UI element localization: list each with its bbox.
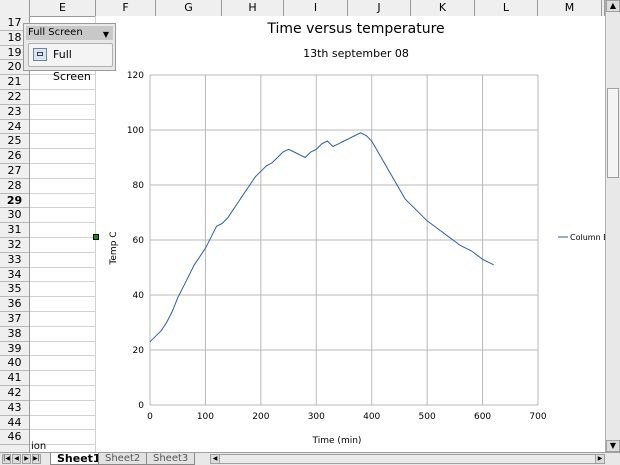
row-header-46[interactable]: 46 — [0, 430, 29, 446]
chart-selection-handle[interactable] — [93, 234, 99, 240]
scroll-down-arrow-icon[interactable]: ▼ — [606, 440, 620, 452]
row-header-26[interactable]: 26 — [0, 149, 29, 164]
fullscreen-icon — [33, 48, 47, 61]
row-header-38[interactable]: 38 — [0, 327, 29, 342]
chart-object[interactable]: Time versus temperature 13th september 0… — [96, 16, 609, 452]
series-line-column-b — [149, 132, 494, 343]
first-sheet-arrow-icon[interactable]: |◀ — [2, 454, 11, 464]
column-header-i[interactable]: I — [284, 0, 348, 16]
line-chart: Time versus temperature 13th september 0… — [109, 21, 609, 446]
horizontal-scrollbar[interactable]: ◀ ▶ — [210, 454, 605, 464]
row-header-41[interactable]: 41 — [0, 371, 29, 386]
fullscreen-toolbar-title: Full Screen — [28, 27, 83, 38]
x-tick-label: 0 — [147, 412, 153, 422]
row-header-25[interactable]: 25 — [0, 134, 29, 150]
x-axis-label: Time (min) — [312, 436, 362, 446]
chart-subtitle: 13th september 08 — [303, 47, 409, 60]
chart-gridlines — [149, 74, 539, 406]
y-tick-label: 120 — [127, 71, 144, 81]
tab-sheet2[interactable]: Sheet2 — [98, 453, 148, 465]
row-header-29[interactable]: 29 — [0, 194, 29, 209]
row-header-42[interactable]: 42 — [0, 386, 29, 401]
x-tick-label: 400 — [363, 412, 380, 422]
column-header-f[interactable]: F — [96, 0, 156, 16]
row-header-28[interactable]: 28 — [0, 179, 29, 194]
y-tick-label: 80 — [133, 181, 145, 191]
series-group — [149, 132, 494, 343]
row-header-30[interactable]: 30 — [0, 208, 29, 224]
y-tick-label: 60 — [133, 236, 145, 246]
next-sheet-arrow-icon[interactable]: ▶ — [22, 454, 31, 464]
prev-sheet-arrow-icon[interactable]: ◀ — [12, 454, 21, 464]
column-header-j[interactable]: J — [348, 0, 411, 16]
column-header-e[interactable]: E — [30, 0, 96, 16]
row-header-44[interactable]: 44 — [0, 416, 29, 431]
select-all-corner[interactable] — [0, 0, 30, 16]
row-header-33[interactable]: 33 — [0, 253, 29, 268]
fullscreen-button-label: Full Screen — [53, 48, 91, 83]
vertical-scroll-thumb[interactable] — [607, 88, 619, 178]
x-tick-label: 300 — [308, 412, 325, 422]
column-header-g[interactable]: G — [156, 0, 222, 16]
row-header-24[interactable]: 24 — [0, 120, 29, 135]
vertical-scrollbar[interactable]: ▲ ▼ — [605, 0, 620, 452]
scroll-right-arrow-icon[interactable]: ▶ — [595, 454, 605, 464]
row-header-32[interactable]: 32 — [0, 238, 29, 253]
row-header-21[interactable]: 21 — [0, 75, 29, 90]
y-tick-label: 40 — [133, 291, 145, 301]
x-tick-label: 700 — [529, 412, 546, 422]
chart-title: Time versus temperature — [266, 21, 444, 37]
legend-label: Column B — [570, 233, 605, 242]
scroll-left-arrow-icon[interactable]: ◀ — [210, 454, 220, 464]
fullscreen-button[interactable]: Full Screen — [28, 43, 113, 83]
row-header-31[interactable]: 31 — [0, 223, 29, 238]
sheet-tab-bar: |◀ ◀ ▶ ▶| Sheet1 Sheet2 Sheet3 ◀ ▶ — [0, 452, 620, 465]
y-tick-label: 0 — [138, 401, 144, 411]
x-tick-label: 100 — [197, 412, 214, 422]
row-header-40[interactable]: 40 — [0, 356, 29, 372]
x-tick-label: 200 — [252, 412, 269, 422]
row-header-23[interactable]: 23 — [0, 105, 29, 120]
dropdown-arrow-icon[interactable]: ▼ — [103, 28, 109, 42]
row-header-22[interactable]: 22 — [0, 90, 29, 105]
row-header-37[interactable]: 37 — [0, 312, 29, 327]
row-header-36[interactable]: 36 — [0, 297, 29, 312]
last-sheet-arrow-icon[interactable]: ▶| — [32, 454, 41, 464]
y-axis-ticks: 0 20 40 60 80 100 120 — [127, 71, 144, 411]
row-header-27[interactable]: 27 — [0, 164, 29, 179]
row-header-43[interactable]: 43 — [0, 401, 29, 416]
column-header-h[interactable]: H — [222, 0, 284, 16]
scroll-up-arrow-icon[interactable]: ▲ — [606, 0, 620, 12]
row-header-bar: 17 18 19 20 21 22 23 24 25 26 27 28 29 30 31 32 33 34 35 36… — [0, 16, 30, 452]
x-tick-label: 600 — [474, 412, 491, 422]
y-tick-label: 100 — [127, 126, 144, 136]
column-header-m[interactable]: M — [538, 0, 602, 16]
tab-sheet3[interactable]: Sheet3 — [146, 453, 196, 465]
fullscreen-toolbar: Full Screen ▼ Full Screen — [23, 23, 116, 83]
x-tick-label: 500 — [419, 412, 436, 422]
cell-e46[interactable]: ion — [31, 441, 46, 452]
column-header-k[interactable]: K — [411, 0, 475, 16]
row-header-34[interactable]: 34 — [0, 268, 29, 283]
column-header-bar: E F G H I J K L M — [0, 0, 605, 17]
row-header-35[interactable]: 35 — [0, 282, 29, 298]
y-axis-label: Temp C — [109, 231, 119, 265]
x-axis-ticks: 0 100 200 300 400 500 600 700 — [147, 412, 547, 422]
fullscreen-toolbar-titlebar[interactable]: Full Screen ▼ — [26, 26, 113, 40]
row-header-39[interactable]: 39 — [0, 342, 29, 357]
column-header-l[interactable]: L — [475, 0, 538, 16]
y-tick-label: 20 — [133, 346, 145, 356]
